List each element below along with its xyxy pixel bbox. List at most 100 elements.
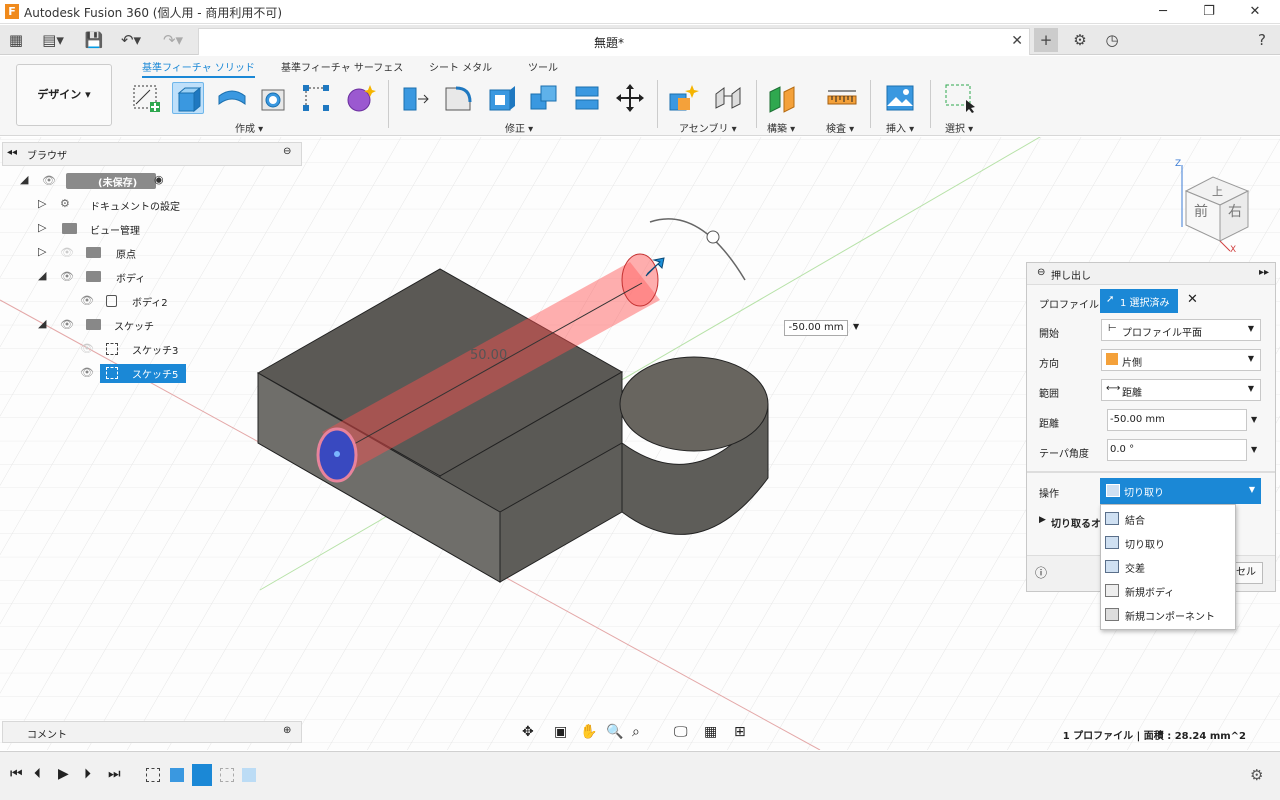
orbit-icon[interactable]: ✥ xyxy=(522,724,534,740)
option-new-component[interactable]: 新規コンポーネント xyxy=(1101,603,1235,627)
create-form-icon[interactable] xyxy=(344,82,376,114)
window-select-icon[interactable] xyxy=(944,82,976,114)
inspect-group-label[interactable]: 検査 ▾ xyxy=(826,120,854,135)
workspace-switcher[interactable]: デザイン ▾ xyxy=(16,64,112,126)
tree-item-doc-settings[interactable]: ▷ ⚙ ドキュメントの設定 xyxy=(0,194,300,216)
tree-item-body2[interactable]: 👁 ボディ2 xyxy=(0,290,300,312)
expand-options-icon[interactable]: ▶ xyxy=(1039,515,1046,525)
modify-group-label[interactable]: 修正 ▾ xyxy=(505,120,533,135)
shell-icon[interactable] xyxy=(486,82,518,114)
comment-panel[interactable]: コメント ⊕ xyxy=(2,721,302,743)
hole-icon[interactable] xyxy=(258,82,290,114)
zoom-icon[interactable]: 🔍 xyxy=(606,724,623,740)
timeline-sketch-icon[interactable] xyxy=(146,768,160,782)
timeline-extrude-icon[interactable] xyxy=(242,768,256,782)
split-body-icon[interactable] xyxy=(572,82,604,114)
tree-item-named-views[interactable]: ▷ ビュー管理 xyxy=(0,218,300,240)
play-icon[interactable]: ▶ xyxy=(58,766,69,782)
insert-group-label[interactable]: 挿入 ▾ xyxy=(886,120,914,135)
timeline-settings-icon[interactable]: ⚙ xyxy=(1250,766,1263,784)
tree-item-bodies[interactable]: ◢ 👁 ボディ xyxy=(0,266,300,288)
distance-input[interactable]: -50.00 mm xyxy=(784,320,848,336)
maximize-button[interactable]: ❐ xyxy=(1194,2,1224,22)
redo-icon[interactable]: ↷▾ xyxy=(158,28,188,52)
option-join[interactable]: 結合 xyxy=(1101,507,1235,531)
browser-minimize-icon[interactable]: ⊖ xyxy=(283,146,291,157)
pattern-icon[interactable] xyxy=(300,82,332,114)
timeline-extrude-icon[interactable] xyxy=(170,768,184,782)
go-start-icon[interactable]: ⏮ xyxy=(10,766,23,782)
fillet-icon[interactable] xyxy=(442,82,474,114)
tab-sheet-metal[interactable]: シート メタル xyxy=(429,59,492,74)
view-cube-front[interactable]: 前 xyxy=(1194,201,1208,221)
document-tab[interactable]: 無題* ✕ xyxy=(198,28,1030,55)
tree-item-sketch3[interactable]: 👁 スケッチ3 xyxy=(0,338,300,360)
view-cube-right[interactable]: 右 xyxy=(1228,201,1242,221)
operation-select[interactable]: 切り取り ▼ xyxy=(1100,478,1261,504)
start-select[interactable]: ⊢ プロファイル平面 ▼ xyxy=(1101,319,1261,341)
browser-header[interactable]: ◂◂ ブラウザ ⊖ xyxy=(2,142,302,166)
new-component-icon[interactable] xyxy=(668,82,700,114)
extensions-icon[interactable]: ⚙ xyxy=(1070,28,1090,52)
undo-icon[interactable]: ↶▾ xyxy=(116,28,146,52)
tree-item-root[interactable]: ◢ 👁 (未保存) ◉ xyxy=(0,170,300,192)
pan-icon[interactable]: ✋ xyxy=(580,724,597,740)
add-comment-icon[interactable]: ⊕ xyxy=(283,725,291,736)
step-forward-icon[interactable]: ⏵ xyxy=(84,766,91,782)
combine-icon[interactable] xyxy=(528,82,560,114)
create-sketch-icon[interactable] xyxy=(130,82,162,114)
select-group-label[interactable]: 選択 ▾ xyxy=(945,120,973,135)
cut-options-label[interactable]: 切り取るオ xyxy=(1051,515,1101,530)
go-end-icon[interactable]: ⏭ xyxy=(108,766,121,782)
tab-surface[interactable]: 基準フィーチャ サーフェス xyxy=(281,59,403,74)
move-icon[interactable] xyxy=(614,82,646,114)
collapse-icon[interactable]: ◂◂ xyxy=(7,147,17,158)
close-button[interactable]: ✕ xyxy=(1240,2,1270,22)
revolve-icon[interactable] xyxy=(216,82,248,114)
job-status-icon[interactable]: ◷ xyxy=(1102,28,1122,52)
joint-icon[interactable] xyxy=(712,82,744,114)
measure-icon[interactable] xyxy=(826,82,858,114)
create-group-label[interactable]: 作成 ▾ xyxy=(235,120,263,135)
info-icon[interactable]: ⓘ xyxy=(1035,564,1047,581)
tree-item-origin[interactable]: ▷ 👁 原点 xyxy=(0,242,300,264)
help-icon[interactable]: ? xyxy=(1252,28,1272,52)
option-new-body[interactable]: 新規ボディ xyxy=(1101,579,1235,603)
clear-selection-icon[interactable]: ✕ xyxy=(1187,292,1198,307)
extent-select[interactable]: ⟷ 距離 ▼ xyxy=(1101,379,1261,401)
tab-tools[interactable]: ツール xyxy=(528,59,558,74)
tree-item-sketch5[interactable]: 👁 スケッチ5 xyxy=(0,362,300,384)
profile-select-button[interactable]: ➚ 1 選択済み xyxy=(1100,289,1178,313)
tree-item-sketches[interactable]: ◢ 👁 スケッチ xyxy=(0,314,300,336)
expand-dialog-icon[interactable]: ▸▸ xyxy=(1259,267,1269,278)
view-cube[interactable]: 上 前 右 Z X xyxy=(1168,159,1258,259)
distance-arrow[interactable]: ▼ xyxy=(1251,415,1257,424)
look-at-icon[interactable]: ▣ xyxy=(554,724,567,740)
grid-settings-icon[interactable]: ▦ xyxy=(704,724,717,740)
viewports-icon[interactable]: ⊞ xyxy=(734,724,746,740)
extrude-icon[interactable] xyxy=(172,82,204,114)
new-tab-icon[interactable]: + xyxy=(1034,28,1058,52)
document-close-icon[interactable]: ✕ xyxy=(1011,33,1023,49)
distance-dropdown-arrow[interactable]: ▼ xyxy=(853,322,859,331)
timeline-sketch-active-icon[interactable] xyxy=(192,764,212,786)
insert-image-icon[interactable] xyxy=(884,82,916,114)
step-back-icon[interactable]: ⏴ xyxy=(34,766,41,782)
option-cut[interactable]: 切り取り xyxy=(1101,531,1235,555)
fit-icon[interactable]: ⌕ xyxy=(632,724,640,740)
construct-group-label[interactable]: 構築 ▾ xyxy=(767,120,795,135)
file-menu-icon[interactable]: ▤▾ xyxy=(38,28,68,52)
app-grid-icon[interactable]: ▦ xyxy=(6,28,26,52)
distance-field[interactable]: -50.00 mm xyxy=(1107,409,1247,431)
tab-solid[interactable]: 基準フィーチャ ソリッド xyxy=(142,59,255,78)
press-pull-icon[interactable] xyxy=(400,82,432,114)
timeline-sketch-icon[interactable] xyxy=(220,768,234,782)
minimize-button[interactable]: ─ xyxy=(1148,2,1178,22)
direction-select[interactable]: 片側 ▼ xyxy=(1101,349,1261,371)
dialog-minimize-icon[interactable]: ⊖ xyxy=(1037,267,1045,278)
save-icon[interactable]: 💾 xyxy=(84,28,104,52)
taper-arrow[interactable]: ▼ xyxy=(1251,445,1257,454)
assembly-group-label[interactable]: アセンブリ ▾ xyxy=(679,120,737,135)
view-cube-top[interactable]: 上 xyxy=(1212,183,1223,199)
offset-plane-icon[interactable] xyxy=(766,82,798,114)
